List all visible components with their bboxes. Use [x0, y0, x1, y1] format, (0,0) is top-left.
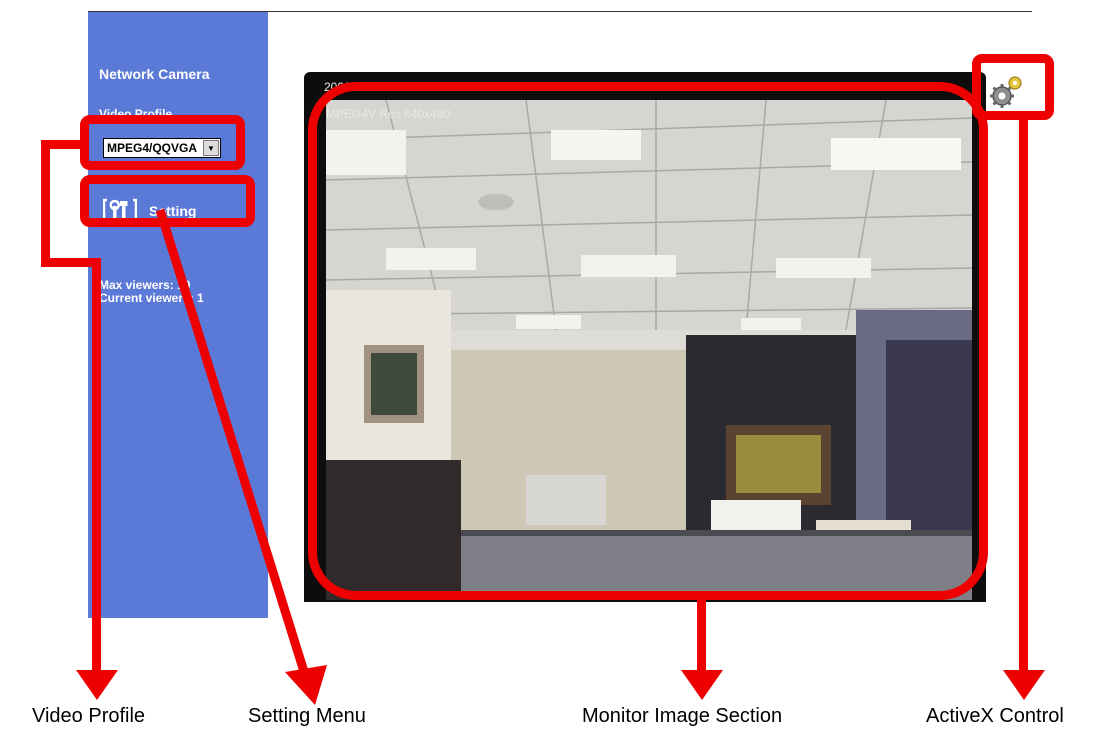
highlight-activex [972, 54, 1054, 120]
highlight-video-profile [80, 115, 245, 170]
pointer-video-profile-v2 [92, 258, 101, 676]
highlight-setting [80, 175, 255, 227]
pointer-video-profile-v1 [41, 140, 50, 265]
highlight-monitor-image [308, 82, 988, 600]
viewer-counts: Max viewers: 10 Current viewers: 1 [99, 279, 204, 305]
caption-activex-control: ActiveX Control [926, 705, 1064, 727]
arrow-video-profile [76, 670, 118, 700]
pointer-monitor-image [697, 598, 706, 676]
arrow-monitor-image [681, 670, 723, 700]
caption-monitor-image-section: Monitor Image Section [582, 705, 783, 727]
caption-setting-menu: Setting Menu [248, 705, 366, 727]
sidebar: Network Camera Video Profile MPEG4/QQVGA… [88, 12, 268, 618]
caption-video-profile: Video Profile [32, 705, 146, 727]
current-viewers: Current viewers: 1 [99, 291, 204, 305]
arrow-activex [1003, 670, 1045, 700]
sidebar-title: Network Camera [99, 66, 210, 82]
pointer-activex [1019, 118, 1028, 676]
